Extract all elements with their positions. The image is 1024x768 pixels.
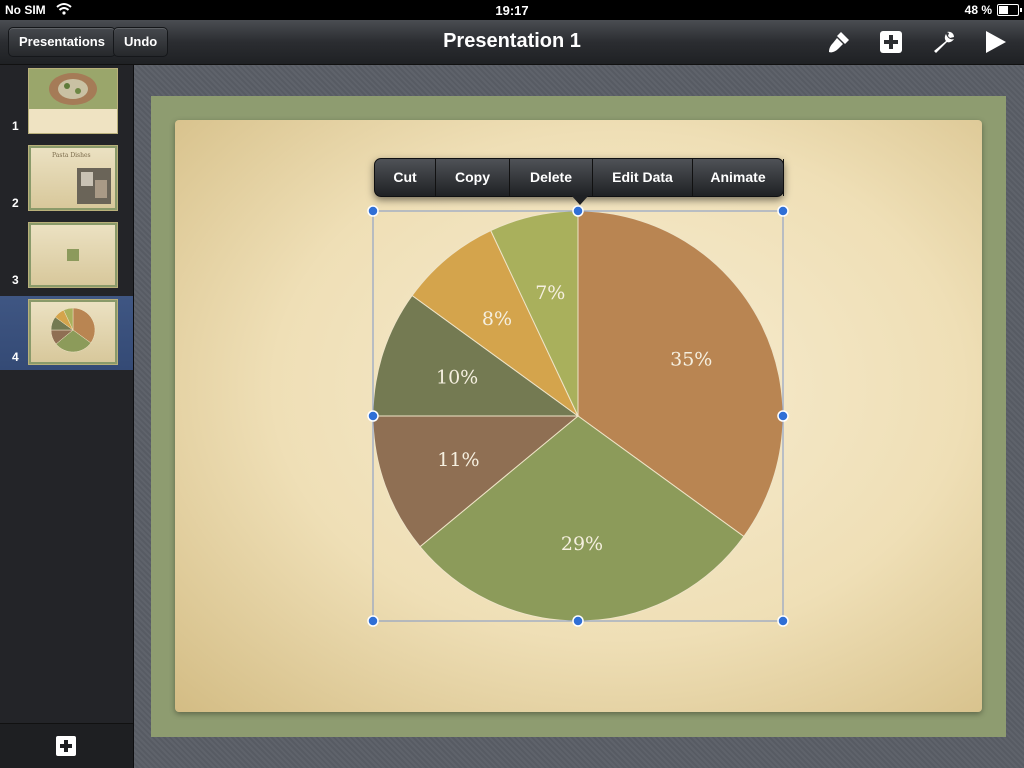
resize-handle[interactable] bbox=[367, 615, 379, 627]
slice-percentage-label: 7% bbox=[535, 282, 565, 304]
context-menu: Cut Copy Delete Edit Data Animate bbox=[374, 158, 784, 205]
edit-data-menu-item[interactable]: Edit Data bbox=[593, 159, 693, 196]
cut-menu-item[interactable]: Cut bbox=[375, 159, 436, 196]
resize-handle[interactable] bbox=[367, 410, 379, 422]
slice-percentage-label: 11% bbox=[437, 449, 479, 471]
resize-handle[interactable] bbox=[777, 615, 789, 627]
resize-handle[interactable] bbox=[572, 615, 584, 627]
resize-handle[interactable] bbox=[777, 205, 789, 217]
copy-menu-item[interactable]: Copy bbox=[436, 159, 510, 196]
slice-percentage-label: 10% bbox=[436, 367, 478, 389]
pie-chart[interactable]: 35% 29% 11% 10% 8% 7% bbox=[0, 0, 1024, 768]
menu-pointer bbox=[571, 195, 589, 205]
slice-percentage-label: 8% bbox=[482, 308, 512, 330]
slice-percentage-label: 35% bbox=[670, 348, 712, 370]
resize-handle[interactable] bbox=[777, 410, 789, 422]
resize-handle[interactable] bbox=[572, 205, 584, 217]
animate-menu-item[interactable]: Animate bbox=[693, 159, 784, 196]
delete-menu-item[interactable]: Delete bbox=[510, 159, 593, 196]
resize-handle[interactable] bbox=[367, 205, 379, 217]
slice-percentage-label: 29% bbox=[561, 533, 603, 555]
